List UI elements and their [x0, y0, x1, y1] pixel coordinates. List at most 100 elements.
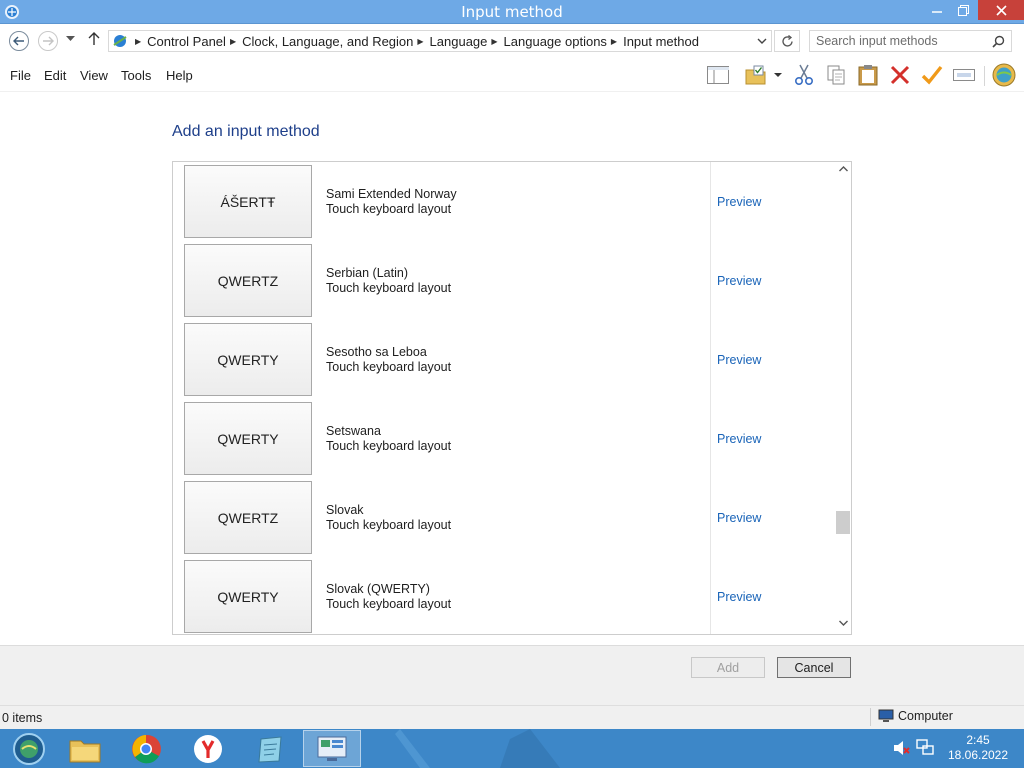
- breadcrumb-input-method[interactable]: Input method: [623, 34, 699, 49]
- yandex-icon: [194, 734, 222, 763]
- status-bar: 0 items Computer: [0, 705, 1024, 729]
- menu-tools[interactable]: Tools: [121, 68, 151, 83]
- scroll-down-icon[interactable]: [839, 620, 848, 626]
- close-icon: [995, 4, 1007, 16]
- preview-link[interactable]: Preview: [717, 353, 761, 367]
- preview-link[interactable]: Preview: [717, 511, 761, 525]
- list-item[interactable]: QWERTZ Slovak Touch keyboard layout Prev…: [173, 478, 835, 557]
- layout-type: Touch keyboard layout: [326, 360, 452, 374]
- rename-icon: [953, 69, 975, 81]
- notes-taskbar-button[interactable]: [241, 730, 299, 767]
- forward-button[interactable]: [38, 31, 58, 51]
- preview-link[interactable]: Preview: [717, 195, 761, 209]
- search-icon[interactable]: [992, 35, 1005, 48]
- network-button[interactable]: [990, 63, 1018, 87]
- delete-button[interactable]: [888, 64, 912, 86]
- breadcrumb-separator-icon[interactable]: ▶: [611, 37, 617, 46]
- cancel-button[interactable]: Cancel: [777, 657, 851, 678]
- preview-pane-icon: [707, 66, 729, 84]
- start-orb-icon: [13, 732, 45, 765]
- scroll-up-icon[interactable]: [839, 166, 848, 172]
- file-explorer-taskbar-button[interactable]: [56, 730, 114, 767]
- clipboard-icon: [858, 65, 878, 86]
- properties-dropdown[interactable]: [770, 64, 786, 86]
- apply-button[interactable]: [920, 64, 944, 86]
- keyboard-layout-tile[interactable]: QWERTY: [184, 323, 312, 396]
- properties-button[interactable]: [744, 64, 768, 86]
- search-input[interactable]: [816, 34, 986, 48]
- layout-type: Touch keyboard layout: [326, 202, 452, 216]
- minimize-icon: [932, 11, 942, 13]
- navigation-bar: ▶ Control Panel ▶ Clock, Language, and R…: [0, 24, 1024, 58]
- clock-time: 2:45: [966, 733, 990, 747]
- scrollbar-thumb[interactable]: [836, 511, 850, 534]
- breadcrumb-separator-icon[interactable]: ▶: [491, 37, 497, 46]
- keyboard-layout-tile[interactable]: QWERTZ: [184, 481, 312, 554]
- notepad-icon: [258, 735, 282, 763]
- paste-button[interactable]: [856, 64, 880, 86]
- keyboard-layout-tile[interactable]: QWERTY: [184, 402, 312, 475]
- up-arrow-icon[interactable]: [88, 32, 100, 46]
- address-dropdown-icon[interactable]: [757, 36, 767, 46]
- layout-name: Sami Extended Norway: [326, 187, 457, 201]
- rename-button[interactable]: [952, 64, 976, 86]
- preview-link[interactable]: Preview: [717, 590, 761, 604]
- copy-button[interactable]: [824, 64, 848, 86]
- chrome-taskbar-button[interactable]: [117, 730, 175, 767]
- back-button[interactable]: [9, 31, 29, 51]
- layout-name: Setswana: [326, 424, 381, 438]
- control-panel-taskbar-button[interactable]: [303, 730, 361, 767]
- window-title: Input method: [461, 3, 563, 21]
- yandex-browser-taskbar-button[interactable]: [179, 730, 237, 767]
- status-location: Computer: [878, 709, 953, 723]
- system-clock[interactable]: 2:45 18.06.2022: [944, 733, 1012, 763]
- keyboard-layout-tile[interactable]: QWERTZ: [184, 244, 312, 317]
- menu-help[interactable]: Help: [166, 68, 193, 83]
- list-item[interactable]: QWERTY Setswana Touch keyboard layout Pr…: [173, 399, 835, 478]
- breadcrumb-control-panel[interactable]: Control Panel: [147, 34, 226, 49]
- layout-type: Touch keyboard layout: [326, 281, 452, 295]
- layout-name: Serbian (Latin): [326, 266, 408, 280]
- input-method-list[interactable]: ÁŠERTŦ Sami Extended Norway Touch keyboa…: [172, 161, 852, 635]
- keyboard-layout-tile[interactable]: QWERTY: [184, 560, 312, 633]
- preview-link[interactable]: Preview: [717, 432, 761, 446]
- address-bar[interactable]: ▶ Control Panel ▶ Clock, Language, and R…: [108, 30, 772, 52]
- vertical-scrollbar[interactable]: [835, 162, 851, 634]
- search-box[interactable]: [809, 30, 1012, 52]
- restore-button[interactable]: [950, 0, 976, 20]
- add-button[interactable]: Add: [691, 657, 765, 678]
- breadcrumb-clock-language-region[interactable]: Clock, Language, and Region: [242, 34, 413, 49]
- page-title: Add an input method: [172, 123, 320, 140]
- breadcrumb-language[interactable]: Language: [430, 34, 488, 49]
- delete-icon: [890, 65, 910, 85]
- list-item[interactable]: QWERTY Slovak (QWERTY) Touch keyboard la…: [173, 557, 835, 634]
- breadcrumb-separator-icon[interactable]: ▶: [230, 37, 236, 46]
- keyboard-layout-tile[interactable]: ÁŠERTŦ: [184, 165, 312, 238]
- preview-link[interactable]: Preview: [717, 274, 761, 288]
- breadcrumb-separator-icon[interactable]: ▶: [417, 37, 423, 46]
- main-content: Add an input method ÁŠERTŦ Sami Extended…: [0, 92, 1024, 645]
- checkmark-icon: [921, 65, 943, 85]
- clock-date: 18.06.2022: [947, 748, 1009, 762]
- breadcrumb-language-options[interactable]: Language options: [504, 34, 607, 49]
- dialog-footer: Add Cancel: [0, 645, 1024, 705]
- network-icon[interactable]: [916, 739, 934, 757]
- menu-view[interactable]: View: [80, 68, 108, 83]
- menu-bar: File Edit View Tools Help: [0, 58, 1024, 92]
- refresh-icon: [781, 34, 793, 47]
- cut-button[interactable]: [792, 64, 816, 86]
- volume-muted-icon[interactable]: [892, 739, 910, 757]
- refresh-button[interactable]: [774, 30, 800, 52]
- menu-edit[interactable]: Edit: [44, 68, 66, 83]
- list-item[interactable]: ÁŠERTŦ Sami Extended Norway Touch keyboa…: [173, 162, 835, 241]
- layout-pane-button[interactable]: [706, 64, 730, 86]
- list-item[interactable]: QWERTZ Serbian (Latin) Touch keyboard la…: [173, 241, 835, 320]
- list-item[interactable]: QWERTY Sesotho sa Leboa Touch keyboard l…: [173, 320, 835, 399]
- minimize-button[interactable]: [924, 0, 950, 20]
- close-button[interactable]: [978, 0, 1024, 20]
- forward-arrow-icon: [43, 36, 54, 46]
- start-button[interactable]: [0, 730, 58, 767]
- menu-file[interactable]: File: [10, 68, 31, 83]
- recent-locations-dropdown-icon[interactable]: [66, 36, 75, 42]
- restore-icon: [957, 4, 969, 16]
